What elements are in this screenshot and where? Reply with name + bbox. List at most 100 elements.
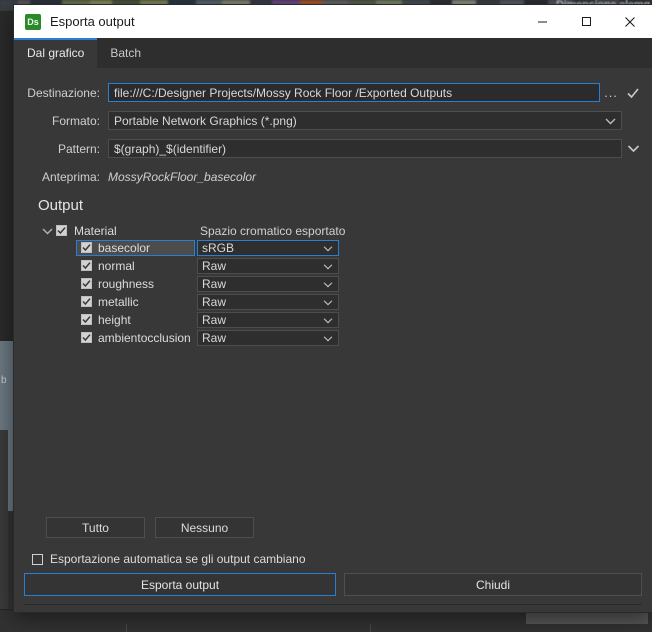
colorspace-select[interactable]: Raw [197,257,339,274]
export-outputs-label: Esporta output [140,577,220,592]
output-item-checkbox[interactable] [81,332,92,343]
tab-dal-grafico[interactable]: Dal grafico [14,38,98,68]
browse-destination-button[interactable]: ... [600,84,622,100]
auto-export-row[interactable]: Esportazione automatica se gli output ca… [32,552,642,566]
colorspace-value: Raw [202,312,227,327]
format-label: Formato: [51,113,100,128]
browse-ellipsis-label: ... [604,84,618,100]
output-item-name-cell[interactable]: normal [76,258,195,274]
chevron-down-icon [323,277,333,291]
background-left-label: b [1,375,7,386]
background-left-panel [0,11,14,341]
colorspace-value: Raw [202,258,227,273]
colorspace-select[interactable]: Raw [197,311,339,328]
output-item-row[interactable]: normal Raw [38,257,652,274]
select-none-button[interactable]: Nessuno [155,517,254,538]
output-item-checkbox[interactable] [81,296,92,307]
check-icon [57,227,66,235]
dialog-body: Destinazione: file:///C:/Designer Projec… [14,68,652,612]
check-icon [627,87,639,98]
format-row: Formato: Portable Network Graphics (*.pn… [22,110,644,131]
chevron-down-icon [323,241,333,255]
output-item-label: ambientocclusion [98,330,191,345]
colorspace-value: Raw [202,276,227,291]
window-controls [520,5,652,38]
output-group-row[interactable]: Material Spazio cromatico esportato [38,222,652,239]
background-left-panel-lower [0,430,8,610]
destination-row: Destinazione: file:///C:/Designer Projec… [22,82,644,103]
pattern-row: Pattern: $(graph)_$(identifier) [22,138,644,159]
colorspace-select[interactable]: Raw [197,275,339,292]
confirm-destination-button[interactable] [622,86,644,100]
chevron-down-icon [323,259,333,273]
check-icon [82,280,91,288]
pattern-label: Pattern: [57,141,100,156]
group-name: Material [74,223,117,238]
dialog-title-bar[interactable]: Ds Esporta output [14,5,652,38]
close-dialog-button[interactable]: Chiudi [344,573,642,596]
output-item-name-cell[interactable]: ambientocclusion [76,330,195,346]
check-icon [82,298,91,306]
output-item-label: basecolor [98,240,151,255]
preview-value: MossyRockFloor_basecolor [108,169,257,184]
auto-export-checkbox[interactable] [32,553,43,565]
output-item-name-cell[interactable]: height [76,312,195,328]
output-item-checkbox[interactable] [81,260,92,271]
background-status-separator [126,624,127,632]
dialog-title: Esporta output [50,14,135,29]
check-icon [82,262,91,270]
output-item-row[interactable]: ambientocclusion Raw [38,329,652,346]
chevron-down-icon [605,114,616,128]
output-item-checkbox[interactable] [81,242,92,253]
destination-input[interactable]: file:///C:/Designer Projects/Mossy Rock … [108,83,600,102]
output-item-name-cell[interactable]: roughness [76,276,195,292]
export-outputs-button[interactable]: Esporta output [24,573,336,596]
output-item-row[interactable]: height Raw [38,311,652,328]
chevron-down-icon [323,331,333,345]
close-icon[interactable] [608,5,652,38]
output-tree: Material Spazio cromatico esportato base… [38,222,652,346]
check-icon [82,334,91,342]
output-item-label: roughness [98,276,155,291]
output-item-name-cell[interactable]: metallic [76,294,195,310]
select-none-label: Nessuno [180,520,229,535]
tab-dal-grafico-label: Dal grafico [27,46,85,60]
footer-divider [24,604,642,605]
output-item-checkbox[interactable] [81,314,92,325]
output-item-checkbox[interactable] [81,278,92,289]
check-icon [82,316,91,324]
background-horizontal-scrollbar[interactable] [526,611,648,624]
colorspace-select[interactable]: Raw [197,293,339,310]
output-items-list: basecolor sRGB normal Raw roughness Raw metall… [38,239,652,346]
output-item-label: metallic [98,294,139,309]
destination-value: file:///C:/Designer Projects/Mossy Rock … [114,85,453,100]
pattern-input[interactable]: $(graph)_$(identifier) [108,139,622,158]
output-item-row[interactable]: metallic Raw [38,293,652,310]
output-item-row[interactable]: basecolor sRGB [38,239,652,256]
colorspace-select[interactable]: sRGB [197,239,339,256]
output-item-label: normal [98,258,135,273]
preview-row: Anteprima: MossyRockFloor_basecolor [22,166,644,187]
pattern-dropdown-button[interactable] [622,144,644,153]
output-item-row[interactable]: roughness Raw [38,275,652,292]
chevron-down-icon [323,313,333,327]
tab-batch-label: Batch [110,46,142,60]
colorspace-column-header: Spazio cromatico esportato [200,223,346,238]
maximize-icon[interactable] [564,5,608,38]
format-select[interactable]: Portable Network Graphics (*.png) [108,111,622,130]
group-checkbox[interactable] [56,225,67,236]
background-status-separator [370,624,371,632]
dialog-footer: Tutto Nessuno Esportazione automatica se… [14,517,652,612]
tab-batch[interactable]: Batch [97,38,155,68]
pattern-value: $(graph)_$(identifier) [114,141,227,156]
colorspace-value: Raw [202,330,227,345]
chevron-down-icon[interactable] [38,227,56,235]
select-all-button[interactable]: Tutto [46,517,145,538]
output-section-title: Output [38,197,84,214]
colorspace-select[interactable]: Raw [197,329,339,346]
tab-bar-filler [154,38,652,68]
output-item-name-cell[interactable]: basecolor [76,239,195,256]
minimize-icon[interactable] [520,5,564,38]
export-outputs-dialog: Ds Esporta output Dal grafico Batch Dest… [14,5,652,612]
chevron-down-icon [323,295,333,309]
